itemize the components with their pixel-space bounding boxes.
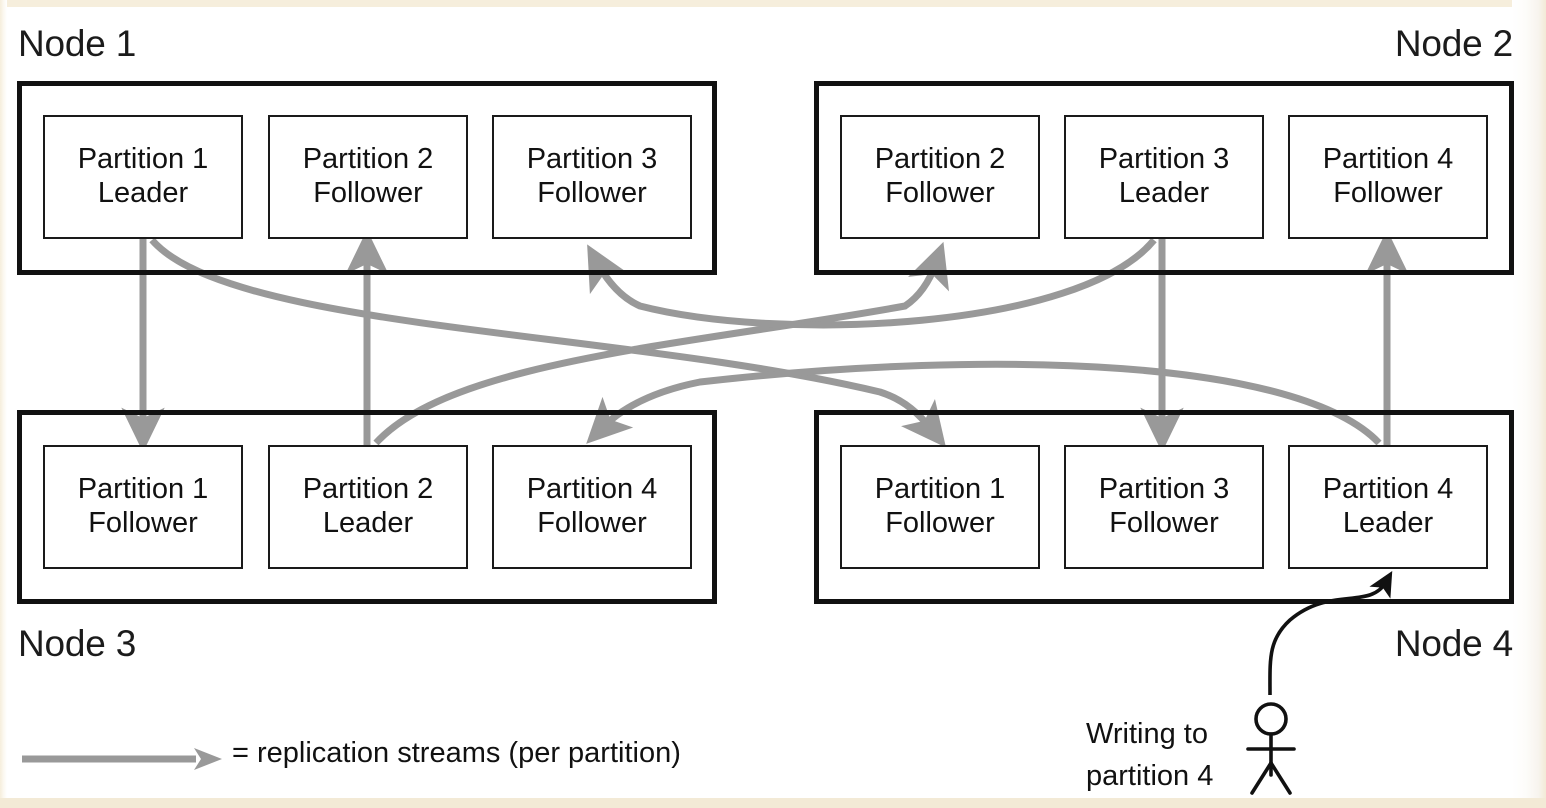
partition-name: Partition 1: [874, 473, 1006, 506]
partition-node2-0[interactable]: Partition 2 Follower: [840, 115, 1040, 239]
partition-role: Leader: [1342, 507, 1434, 539]
partition-role: Follower: [885, 507, 995, 539]
partition-role: Follower: [885, 177, 995, 209]
partition-node4-2[interactable]: Partition 4 Leader: [1288, 445, 1488, 569]
node-label-node1: Node 1: [18, 23, 137, 64]
partition-name: Partition 3: [1098, 143, 1230, 176]
partition-node3-2[interactable]: Partition 4 Follower: [492, 445, 692, 569]
writer-caption: Writing to partition 4: [1086, 713, 1213, 797]
partition-name: Partition 1: [77, 143, 209, 176]
partition-name: Partition 2: [302, 473, 434, 506]
partition-name: Partition 3: [526, 143, 658, 176]
node-label-node4: Node 4: [1394, 623, 1513, 664]
node-label-node2: Node 2: [1394, 23, 1513, 64]
diagram-canvas: Node 1 Partition 1 Leader Partition 2 Fo…: [0, 0, 1546, 808]
partition-role: Follower: [88, 507, 198, 539]
partition-node4-1[interactable]: Partition 3 Follower: [1064, 445, 1264, 569]
page-edge-bottom: [0, 798, 1546, 808]
partition-role: Follower: [1333, 177, 1443, 209]
partition-name: Partition 2: [874, 143, 1006, 176]
legend-text: = replication streams (per partition): [232, 737, 681, 769]
partition-name: Partition 3: [1098, 473, 1230, 506]
partition-role: Leader: [1118, 177, 1210, 209]
writer-caption-line1: Writing to: [1086, 718, 1208, 750]
partition-node1-2[interactable]: Partition 3 Follower: [492, 115, 692, 239]
partition-node3-0[interactable]: Partition 1 Follower: [43, 445, 243, 569]
partition-name: Partition 4: [526, 473, 658, 506]
partition-role: Follower: [537, 507, 647, 539]
partition-role: Leader: [322, 507, 414, 539]
page-edge-top: [0, 0, 1546, 7]
node-label-node3: Node 3: [18, 623, 137, 664]
legend-arrow-icon: [22, 748, 222, 770]
partition-role: Leader: [97, 177, 189, 209]
partition-name: Partition 4: [1322, 143, 1454, 176]
partition-node2-1[interactable]: Partition 3 Leader: [1064, 115, 1264, 239]
partition-name: Partition 2: [302, 143, 434, 176]
partition-name: Partition 4: [1322, 473, 1454, 506]
writer-caption-line2: partition 4: [1086, 760, 1214, 793]
partition-role: Follower: [537, 177, 647, 209]
page-edge-left: [0, 0, 7, 808]
partition-node1-0[interactable]: Partition 1 Leader: [43, 115, 243, 239]
partition-node3-1[interactable]: Partition 2 Leader: [268, 445, 468, 569]
partition-role: Follower: [1109, 507, 1219, 539]
page-edge-right: [1512, 0, 1546, 808]
partition-node4-0[interactable]: Partition 1 Follower: [840, 445, 1040, 569]
partition-node2-2[interactable]: Partition 4 Follower: [1288, 115, 1488, 239]
stick-figure-icon: [1246, 702, 1296, 795]
partition-node1-1[interactable]: Partition 2 Follower: [268, 115, 468, 239]
partition-role: Follower: [313, 177, 423, 209]
partition-name: Partition 1: [77, 473, 209, 506]
